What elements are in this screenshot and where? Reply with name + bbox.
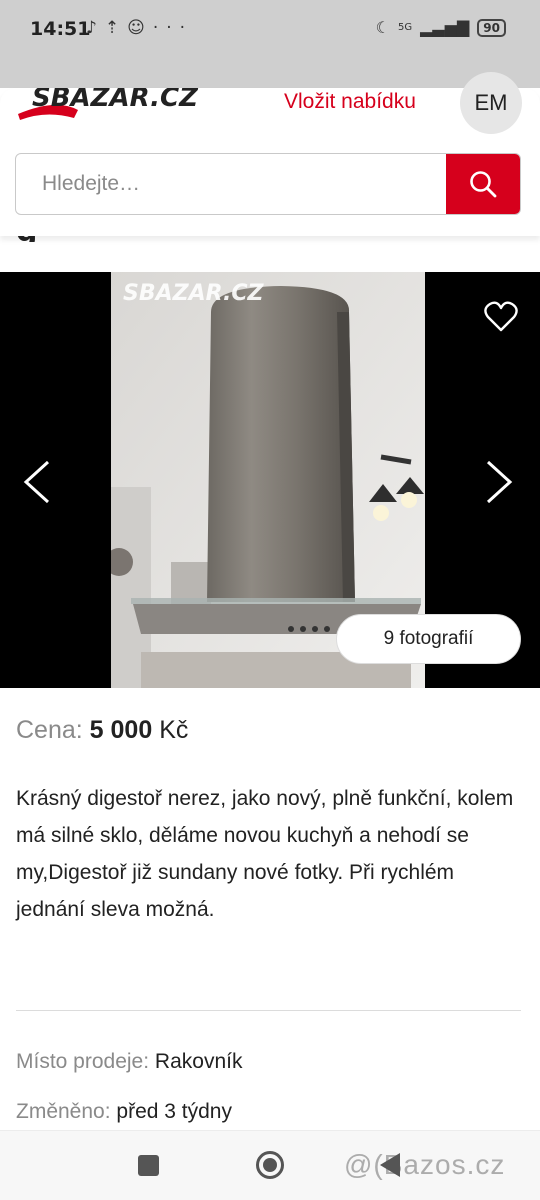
search-input[interactable] [16,154,448,213]
status-bar: 14:51 ♪⇡☺··· ☾ 5G ▂▃▅▇ 90 [0,0,540,88]
back-button[interactable] [380,1153,400,1177]
svg-text:SBAZAR.CZ: SBAZAR.CZ [32,88,199,113]
changed-value: před 3 týdny [116,1100,232,1123]
location-row: Místo prodeje: Rakovník [16,1050,242,1074]
favorite-heart-icon[interactable] [484,301,518,333]
status-right: ☾ 5G ▂▃▅▇ 90 [376,18,506,37]
next-photo-arrow-icon[interactable] [484,460,514,504]
recent-apps-button[interactable] [138,1155,159,1176]
notification-icons: ♪⇡☺··· [86,18,193,38]
location-value: Rakovník [154,1050,243,1073]
signal-icon: ▂▃▅▇ [420,18,470,37]
bazos-watermark: @(Bazos.cz [344,1149,506,1180]
price-label: Cena: [16,716,83,744]
sbazar-logo[interactable]: SBAZAR.CZ [16,88,260,128]
network-label: 5G [397,21,413,33]
upload-icon: ⇡ [104,18,128,38]
home-button[interactable] [256,1151,284,1179]
listing-description: Krásný digestoř nerez, jako nový, plně f… [16,787,514,921]
photo-gallery: SBAZAR.CZ 9 fotografií [0,272,540,688]
location-label: Místo prodeje: [16,1050,150,1073]
search-bar [15,153,521,215]
search-button[interactable] [446,154,520,214]
photo-watermark: SBAZAR.CZ [123,281,264,306]
moon-icon: ☾ [375,18,390,37]
previous-photo-arrow-icon[interactable] [22,460,52,504]
system-nav-bar: @(Bazos.cz [0,1130,540,1200]
add-offer-link[interactable]: Vložit nabídku [284,90,416,114]
more-dots-icon: ··· [152,18,194,38]
snapchat-icon: ☺ [127,18,153,38]
section-divider [16,1010,521,1011]
changed-row: Změněno: před 3 týdny [16,1100,232,1124]
tiktok-icon: ♪ [86,18,105,38]
photo-count-button[interactable]: 9 fotografií [336,614,521,664]
price-row: Cena: 5 000 Kč [16,716,188,745]
battery-level: 90 [477,18,506,37]
site-header: SBAZAR.CZ Vložit nabídku EM [0,72,540,236]
status-time: 14:51 [30,18,91,40]
search-icon [470,171,497,198]
price-currency: Kč [159,716,189,744]
price-value: 5 000 [89,716,153,744]
user-avatar[interactable]: EM [460,72,522,134]
changed-label: Změněno: [16,1100,111,1123]
